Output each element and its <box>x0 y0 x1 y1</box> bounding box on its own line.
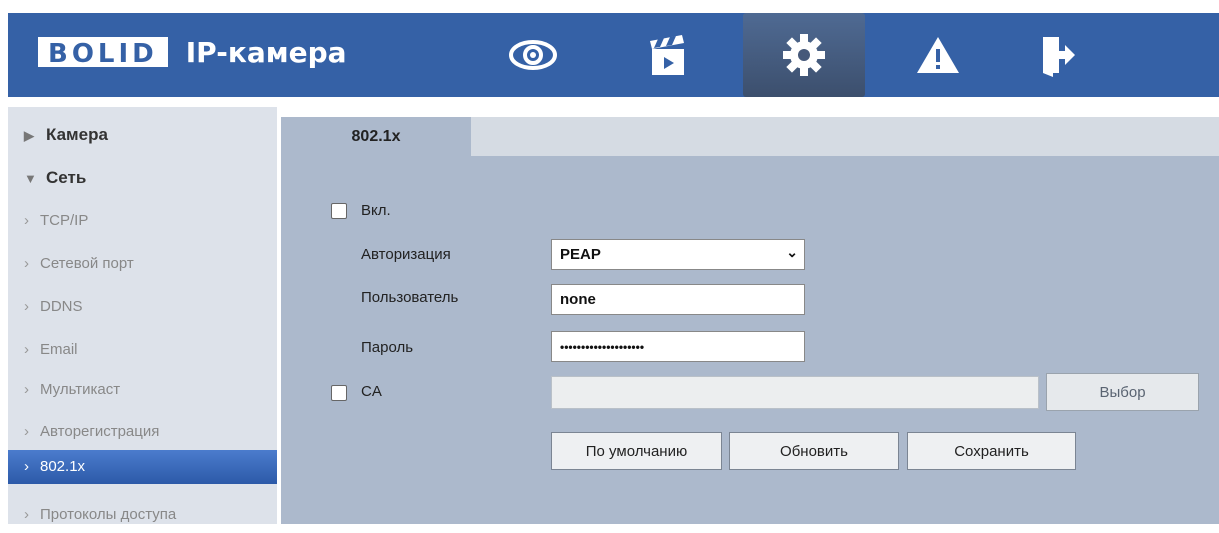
clapperboard-icon <box>650 35 684 75</box>
chevron-right-icon: › <box>24 423 29 440</box>
sidebar-item-8021x[interactable]: › 802.1x <box>8 450 277 484</box>
eye-icon <box>509 40 557 70</box>
chevron-right-icon: › <box>24 255 29 272</box>
enable-label: Вкл. <box>361 202 391 219</box>
chevron-right-icon: › <box>24 298 29 315</box>
sidebar-item-network[interactable]: ▼ Сеть <box>8 160 277 196</box>
logo-title: IP-камера <box>185 35 347 69</box>
settings-panel: Вкл. Авторизация PEAP ⌄ Пользователь non… <box>281 156 1219 524</box>
warning-icon <box>917 37 959 73</box>
sidebar-item-network-port[interactable]: › Сетевой порт <box>8 246 277 282</box>
browse-button[interactable]: Выбор <box>1046 373 1199 411</box>
password-input[interactable]: •••••••••••••••••••• <box>551 331 805 362</box>
chevron-down-icon: ⌄ <box>786 244 798 260</box>
sidebar-item-access-protocols[interactable]: › Протоколы доступа <box>8 497 277 533</box>
sidebar: ▶ Камера ▼ Сеть › TCP/IP › Сетевой порт › DDN… <box>8 107 277 524</box>
sidebar-item-label: Протоколы доступа <box>40 506 177 523</box>
logo-brand: BOLID <box>38 37 168 69</box>
default-button[interactable]: По умолчанию <box>551 432 722 470</box>
nav-alarm[interactable] <box>893 13 983 97</box>
top-header: BOLID IP-камера <box>8 13 1219 97</box>
sidebar-item-label: Авторегистрация <box>40 423 160 440</box>
sidebar-item-label: Сетевой порт <box>40 255 134 272</box>
password-label: Пароль <box>361 339 414 356</box>
ca-label: CA <box>361 383 382 400</box>
tab-8021x[interactable]: 802.1x <box>281 117 471 156</box>
sidebar-item-multicast[interactable]: › Мультикаст <box>8 372 277 408</box>
user-input[interactable]: none <box>551 284 805 315</box>
caret-right-icon: ▶ <box>24 128 34 143</box>
auth-select[interactable]: PEAP ⌄ <box>551 239 805 270</box>
logo: BOLID IP-камера <box>38 35 347 69</box>
auth-select-value: PEAP <box>560 246 601 263</box>
chevron-right-icon: › <box>24 212 29 229</box>
sidebar-item-label: DDNS <box>40 298 83 315</box>
ca-file-input[interactable] <box>551 376 1039 409</box>
logout-icon <box>1043 37 1075 77</box>
nav-live-view[interactable] <box>488 13 578 97</box>
auth-label: Авторизация <box>361 246 451 263</box>
sidebar-item-ddns[interactable]: › DDNS <box>8 289 277 325</box>
sidebar-item-email[interactable]: › Email <box>8 332 277 368</box>
nav-settings[interactable] <box>743 13 865 97</box>
sidebar-item-label: 802.1x <box>40 458 86 475</box>
chevron-right-icon: › <box>24 506 29 523</box>
nav-playback[interactable] <box>623 13 713 97</box>
caret-down-icon: ▼ <box>24 171 37 186</box>
ca-checkbox[interactable] <box>331 385 347 401</box>
gear-icon <box>783 34 825 76</box>
sidebar-item-label: Мультикаст <box>40 381 121 398</box>
sidebar-item-label: TCP/IP <box>40 212 89 229</box>
chevron-right-icon: › <box>24 341 29 358</box>
save-button[interactable]: Сохранить <box>907 432 1076 470</box>
sidebar-item-label: Сеть <box>46 168 87 187</box>
sidebar-item-tcpip[interactable]: › TCP/IP <box>8 203 277 239</box>
nav-logout[interactable] <box>1012 13 1102 97</box>
sidebar-item-autoregistration[interactable]: › Авторегистрация <box>8 414 277 450</box>
sidebar-item-label: Email <box>40 341 78 358</box>
chevron-right-icon: › <box>24 381 29 398</box>
user-label: Пользователь <box>361 289 459 306</box>
sidebar-item-label: Камера <box>46 125 108 144</box>
chevron-right-icon: › <box>24 458 29 475</box>
enable-checkbox[interactable] <box>331 203 347 219</box>
refresh-button[interactable]: Обновить <box>729 432 899 470</box>
sidebar-item-camera[interactable]: ▶ Камера <box>8 117 277 153</box>
